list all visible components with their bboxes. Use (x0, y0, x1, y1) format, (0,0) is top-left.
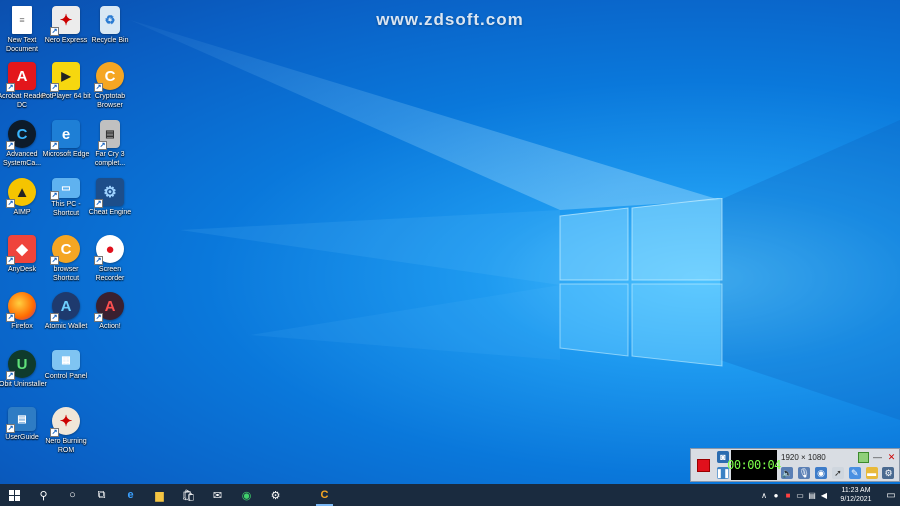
search-button[interactable]: ⚲ (29, 484, 58, 506)
desktop-icon-iobit-uninstaller[interactable]: U ↗ IObit Uninstaller (0, 350, 47, 390)
clock-time: 11:23 AM (841, 487, 871, 494)
minimize-icon[interactable]: — (872, 452, 883, 463)
desktop-icon-control-panel[interactable]: ▦ Control Panel (42, 350, 90, 382)
desktop-icon-cryptotab[interactable]: C ↗ Cryptotab Browser (86, 62, 134, 110)
action-icon: A ↗ (94, 292, 124, 322)
pen-icon[interactable]: ✎ (848, 467, 861, 479)
this-pc-icon: ▭ ↗ (50, 178, 80, 200)
speaker-icon[interactable]: 🔈 (781, 467, 794, 479)
screen-recorder-panel: ◙ ❚❚ 00:00:04 1920 × 1080 — ✕ 🔈 🎙 ◉ ➚ ✎ … (690, 448, 900, 482)
notification-center-icon[interactable]: ▭ (882, 484, 900, 506)
desktop-icon-microsoft-edge[interactable]: e ↗ Microsoft Edge (42, 120, 90, 160)
text-document-icon: ≡ (12, 6, 32, 34)
taskbar-mail[interactable]: ✉ (203, 484, 232, 506)
battery-icon[interactable]: ▭ (794, 484, 806, 506)
store-bag-icon: 🛍 (181, 489, 196, 502)
show-hidden-icons-chevron-icon[interactable]: ∧ (758, 484, 770, 506)
folder-icon[interactable]: ▬ (865, 467, 878, 479)
record-button[interactable] (691, 449, 715, 481)
system-clock[interactable]: 11:23 AM 9/12/2021 (836, 486, 876, 504)
desktop-icon-far-cry[interactable]: ▤ ↗ Far Cry 3 complet... (86, 120, 134, 168)
task-view-icon: ⧉ (97, 488, 106, 501)
settings-gear-icon[interactable]: ⚙ (882, 467, 895, 479)
screen-recorder-icon: ● ↗ (94, 235, 124, 265)
nero-burning-rom-icon: ✦ ↗ (50, 407, 80, 437)
system-tray: ∧ ● ■ ▭ ▤ ◀ 11:23 AM 9/12/2021 ▭ (758, 484, 900, 506)
taskbar-settings[interactable]: ⚙ (261, 484, 290, 506)
taskbar-cryptotab[interactable]: C (310, 484, 339, 506)
cryptotab-icon: C ↗ (94, 62, 124, 92)
cursor-icon[interactable]: ➚ (831, 467, 844, 479)
potplayer-icon: ▶ ↗ (50, 62, 80, 92)
recording-resolution: 1920 × 1080 (781, 452, 826, 462)
settings-gear-icon: ⚙ (270, 489, 281, 502)
desktop-icon-advanced-systemcare[interactable]: C ↗ Advanced SystemCa... (0, 120, 46, 168)
desktop-icon-this-pc[interactable]: ▭ ↗ This PC - Shortcut (42, 178, 90, 218)
clock-date: 9/12/2021 (840, 496, 872, 503)
wallpaper-light-beams (130, 20, 900, 420)
search-icon: ⚲ (39, 489, 48, 502)
whatsapp-icon: ◉ (241, 489, 252, 502)
close-icon[interactable]: ✕ (886, 452, 897, 463)
edge-icon: e (127, 489, 134, 501)
desktop-icon-recycle-bin[interactable]: ♻ Recycle Bin (86, 6, 134, 46)
anydesk-icon: ◆ ↗ (6, 235, 36, 265)
recorder-tray-icon[interactable]: ■ (782, 484, 794, 506)
acrobat-icon: A ↗ (6, 62, 36, 92)
browser-shortcut-icon: C ↗ (50, 235, 80, 265)
desktop-icon-acrobat-reader[interactable]: A ↗ Acrobat Reader DC (0, 62, 47, 110)
fullscreen-region-icon[interactable] (858, 451, 869, 463)
watermark-text: www.zdsoft.com (376, 10, 524, 29)
webcam-icon[interactable]: ◉ (815, 467, 828, 479)
microphone-tray-icon[interactable]: ● (770, 484, 782, 506)
desktop-icon-screen-recorder[interactable]: ● ↗ Screen Recorder (86, 235, 134, 283)
microphone-icon[interactable]: 🎙 (798, 467, 811, 479)
iobit-uninstaller-icon: U ↗ (6, 350, 36, 380)
recycle-bin-icon: ♻ (100, 6, 120, 34)
desktop-icon-action[interactable]: A ↗ Action! (86, 292, 134, 332)
desktop-icon-potplayer[interactable]: ▶ ↗ PotPlayer 64 bit (41, 62, 91, 102)
desktop-icon-atomic-wallet[interactable]: A ↗ Atomic Wallet (42, 292, 90, 332)
firefox-icon: ↗ (6, 292, 36, 322)
aimp-icon: ▲ ↗ (6, 178, 36, 208)
cortana-button[interactable]: ○ (58, 484, 87, 506)
nero-express-icon: ✦ ↗ (50, 6, 80, 36)
taskbar-file-explorer[interactable]: ▆ (145, 484, 174, 506)
advanced-systemcare-icon: C ↗ (6, 120, 36, 150)
taskbar: ⚲ ○ ⧉ e ▆ 🛍 ✉ ◉ ⚙ C ∧ ● ■ ▭ ▤ ◀ 11:23 AM… (0, 484, 900, 506)
taskbar-spacer (290, 484, 310, 506)
desktop-icon-nero-express[interactable]: ✦ ↗ Nero Express (42, 6, 90, 46)
desktop-icon-nero-burning-rom[interactable]: ✦ ↗ Nero Burning ROM (42, 407, 90, 455)
start-button[interactable] (0, 484, 29, 506)
desktop-icon-browser-shortcut[interactable]: C ↗ browser Shortcut (42, 235, 90, 283)
windows-start-icon (9, 489, 20, 501)
task-view-button[interactable]: ⧉ (87, 484, 116, 506)
user-guide-icon: ▤ ↗ (6, 407, 36, 433)
edge-icon: e ↗ (50, 120, 80, 150)
desktop-icon-cheat-engine[interactable]: ⚙ ↗ Cheat Engine (86, 178, 134, 218)
control-panel-icon: ▦ (52, 350, 80, 370)
record-stop-icon (696, 458, 710, 472)
cortana-circle-icon: ○ (69, 489, 76, 501)
folder-icon: ▆ (155, 489, 164, 502)
taskbar-whatsapp[interactable]: ◉ (232, 484, 261, 506)
network-icon[interactable]: ▤ (806, 484, 818, 506)
desktop-icon-new-text-document[interactable]: ≡ New Text Document (0, 6, 46, 54)
cryptotab-icon: C (320, 489, 329, 501)
taskbar-store[interactable]: 🛍 (174, 484, 203, 506)
volume-icon[interactable]: ◀ (818, 484, 830, 506)
recording-timer: 00:00:04 (727, 450, 781, 480)
taskbar-edge[interactable]: e (116, 484, 145, 506)
far-cry-icon: ▤ ↗ (98, 120, 120, 150)
mail-icon: ✉ (212, 489, 223, 502)
windows-logo-wallpaper (559, 198, 723, 367)
cheat-engine-icon: ⚙ ↗ (94, 178, 124, 208)
atomic-wallet-icon: A ↗ (50, 292, 80, 322)
